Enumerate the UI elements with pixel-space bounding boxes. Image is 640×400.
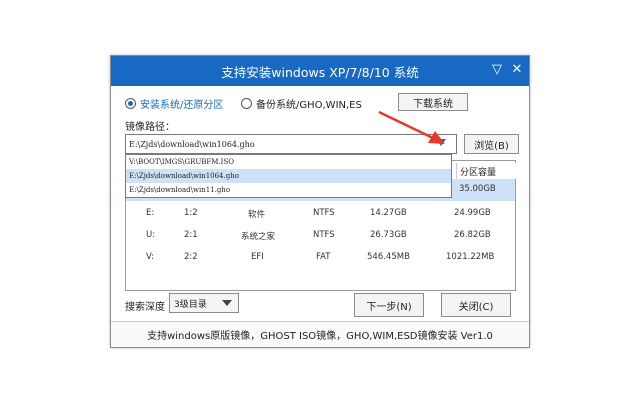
- capacity-column-header: 分区容量: [456, 163, 516, 179]
- radio-backup-label: 备份系统/GHO,WIN,ES: [256, 100, 362, 111]
- window-title: 支持安装windows XP/7/8/10 系统: [221, 64, 419, 80]
- chevron-down-icon: [222, 300, 232, 306]
- dropdown-option-selected[interactable]: E:\Zjds\download\win1064.gho: [126, 169, 451, 183]
- label-cell: EFI: [251, 252, 264, 262]
- drive-cell: U:: [146, 230, 156, 240]
- drive-cell: E:: [146, 208, 155, 218]
- capacity-cell: 24.99GB: [454, 208, 491, 218]
- dropdown-option[interactable]: E:\Zjds\download\win11.gho: [126, 183, 451, 197]
- drive-cell: V:: [146, 252, 154, 262]
- minimize-icon[interactable]: ▽: [489, 62, 505, 78]
- free-cell: 546.45MB: [367, 252, 410, 262]
- capacity-cell: 35.00GB: [459, 184, 496, 194]
- search-depth-value: 3级目录: [174, 299, 207, 310]
- installer-window: 支持安装windows XP/7/8/10 系统 ▽ ✕ 安装系统/还原分区 备…: [110, 55, 530, 348]
- capacity-cell: 1021.22MB: [446, 252, 495, 262]
- image-path-value: E:\Zjds\download\win1064.gho: [129, 139, 255, 149]
- label-cell: 系统之家: [241, 232, 276, 242]
- fs-cell: NTFS: [313, 208, 335, 218]
- image-path-dropdown-list: V:\BOOT\IMGS\GRUBFM.ISO E:\Zjds\download…: [125, 154, 452, 198]
- annotation-arrow-icon: [378, 110, 445, 144]
- free-cell: 26.73GB: [370, 230, 407, 240]
- number-cell: 2:1: [184, 230, 198, 240]
- search-depth-select[interactable]: 3级目录: [169, 293, 239, 313]
- status-bar: 支持windows原版镜像，GHOST ISO镜像，GHO,WIM,ESD镜像安…: [111, 321, 529, 347]
- table-row[interactable]: E: 1:2 软件 NTFS 14.27GB 24.99GB: [126, 203, 515, 225]
- next-button[interactable]: 下一步(N): [354, 293, 424, 317]
- search-depth-label: 搜索深度: [125, 302, 165, 313]
- close-icon[interactable]: ✕: [509, 62, 525, 78]
- radio-backup-system[interactable]: 备份系统/GHO,WIN,ES: [241, 96, 362, 111]
- fs-cell: FAT: [316, 252, 331, 262]
- radio-install-label: 安装系统/还原分区: [140, 100, 224, 111]
- free-cell: 14.27GB: [370, 208, 407, 218]
- radio-unselected-icon: [241, 98, 252, 109]
- table-row[interactable]: U: 2:1 系统之家 NTFS 26.73GB 26.82GB: [126, 225, 515, 247]
- close-button[interactable]: 关闭(C): [441, 293, 511, 317]
- dropdown-option[interactable]: V:\BOOT\IMGS\GRUBFM.ISO: [126, 155, 451, 169]
- number-cell: 1:2: [184, 208, 198, 218]
- table-row[interactable]: V: 2:2 EFI FAT 546.45MB 1021.22MB: [126, 247, 515, 269]
- radio-selected-icon: [125, 98, 136, 109]
- title-bar: 支持安装windows XP/7/8/10 系统 ▽ ✕: [111, 56, 529, 86]
- number-cell: 2:2: [184, 252, 198, 262]
- browse-button[interactable]: 浏览(B): [464, 134, 519, 154]
- image-path-label: 镜像路径：: [125, 122, 175, 133]
- fs-cell: NTFS: [313, 230, 335, 240]
- label-cell: 软件: [248, 210, 266, 220]
- radio-install-system[interactable]: 安装系统/还原分区: [125, 96, 223, 111]
- capacity-cell: 26.82GB: [454, 230, 491, 240]
